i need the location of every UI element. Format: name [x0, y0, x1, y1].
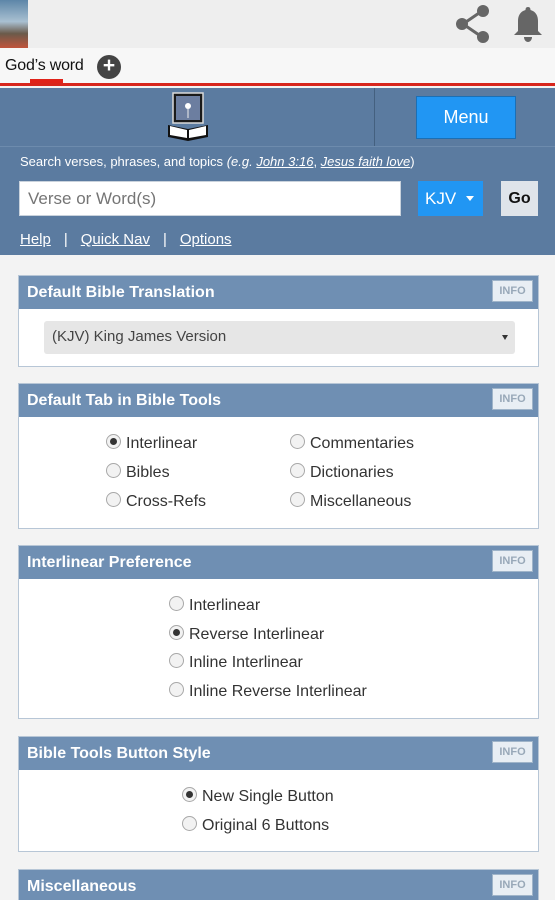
panel-default-translation: Default Bible Translation INFO (KJV) Kin… [18, 275, 539, 367]
caret-down-icon [502, 335, 508, 340]
radio-option[interactable]: Miscellaneous [290, 491, 411, 513]
help-link[interactable]: Help [20, 231, 51, 248]
panel-default-tab: Default Tab in Bible Tools INFO Interlin… [18, 383, 539, 529]
tab-gods-word[interactable]: God’s word [5, 57, 84, 75]
radio-button[interactable] [169, 653, 184, 669]
info-button[interactable]: INFO [492, 874, 533, 896]
info-button[interactable]: INFO [492, 741, 533, 763]
radio-label: New Single Button [202, 788, 334, 805]
plus-circle-icon[interactable]: + [97, 55, 121, 79]
radio-button[interactable] [169, 682, 184, 698]
radio-label: Inline Reverse Interlinear [189, 683, 367, 700]
go-button[interactable]: Go [501, 181, 538, 216]
radio-option[interactable]: Bibles [106, 462, 170, 484]
radio-button[interactable] [169, 625, 184, 641]
radio-button[interactable] [106, 434, 121, 450]
bible-logo-icon[interactable] [164, 92, 212, 142]
radio-option[interactable]: Inline Reverse Interlinear [169, 681, 367, 703]
radio-label: Inline Interlinear [189, 654, 303, 671]
radio-option[interactable]: Cross-Refs [106, 491, 206, 513]
radio-label: Dictionaries [310, 464, 394, 481]
link-separator: | [63, 231, 68, 248]
active-tab-indicator [30, 79, 63, 83]
radio-option[interactable]: New Single Button [182, 786, 334, 808]
link-separator: | [162, 231, 167, 248]
radio-button[interactable] [290, 463, 305, 479]
quick-nav-link[interactable]: Quick Nav [81, 231, 150, 248]
radio-option[interactable]: Interlinear [106, 433, 197, 455]
radio-button[interactable] [290, 492, 305, 508]
panel-title: Bible Tools Button Style [27, 745, 211, 762]
bell-icon[interactable] [511, 4, 545, 44]
tab-thumbnail[interactable] [0, 0, 28, 48]
radio-label: Cross-Refs [126, 493, 207, 510]
header-divider [374, 88, 375, 146]
panel-header: Default Tab in Bible Tools INFO [19, 384, 538, 417]
example-link-john[interactable]: John 3:16 [256, 154, 313, 169]
radio-label: Reverse Interlinear [189, 626, 325, 643]
panel-miscellaneous: Miscellaneous INFO [18, 869, 539, 900]
search-hint-text: Search verses, phrases, and topics [20, 154, 224, 169]
header-separator [0, 146, 555, 147]
radio-button[interactable] [182, 787, 197, 803]
info-button[interactable]: INFO [492, 280, 533, 302]
radio-label: Interlinear [126, 435, 198, 452]
radio-label: Miscellaneous [310, 493, 412, 510]
radio-option[interactable]: Reverse Interlinear [169, 624, 324, 646]
radio-option[interactable]: Dictionaries [290, 462, 394, 484]
radio-label: Interlinear [189, 597, 261, 614]
radio-option[interactable]: Inline Interlinear [169, 652, 303, 674]
options-link[interactable]: Options [180, 231, 232, 248]
example-link-jesus[interactable]: Jesus faith love [321, 154, 411, 169]
radio-option[interactable]: Original 6 Buttons [182, 815, 329, 837]
translation-select[interactable]: (KJV) King James Version [44, 321, 515, 354]
search-hint: Search verses, phrases, and topics (e.g.… [20, 154, 415, 169]
version-dropdown[interactable]: KJV [418, 181, 483, 216]
panel-header: Interlinear Preference INFO [19, 546, 538, 579]
radio-label: Original 6 Buttons [202, 817, 330, 834]
share-icon[interactable] [452, 3, 494, 45]
panel-title: Interlinear Preference [27, 554, 192, 571]
info-button[interactable]: INFO [492, 550, 533, 572]
search-input[interactable] [19, 181, 401, 216]
panel-title: Default Bible Translation [27, 284, 215, 301]
radio-button[interactable] [290, 434, 305, 450]
search-hint-eg: (e.g. [226, 154, 253, 169]
radio-button[interactable] [169, 596, 184, 612]
radio-button[interactable] [106, 463, 121, 479]
panel-title: Miscellaneous [27, 878, 137, 895]
header-links: Help | Quick Nav | Options [20, 231, 232, 248]
menu-button[interactable]: Menu [416, 96, 516, 139]
site-header: Menu Search verses, phrases, and topics … [0, 88, 555, 255]
version-label: KJV [425, 189, 457, 208]
radio-option[interactable]: Interlinear [169, 595, 260, 617]
radio-label: Commentaries [310, 435, 415, 452]
radio-label: Bibles [126, 464, 170, 481]
info-button[interactable]: INFO [492, 388, 533, 410]
panel-header: Default Bible Translation INFO [19, 276, 538, 309]
app-bar [0, 0, 555, 48]
radio-button[interactable] [182, 816, 197, 832]
panel-interlinear-preference: Interlinear Preference INFO Interlinear … [18, 545, 539, 719]
tab-strip: God’s word [0, 48, 555, 86]
panel-button-style: Bible Tools Button Style INFO New Single… [18, 736, 539, 852]
radio-button[interactable] [106, 492, 121, 508]
panel-header: Bible Tools Button Style INFO [19, 737, 538, 770]
translation-select-value: (KJV) King James Version [52, 328, 227, 345]
panel-title: Default Tab in Bible Tools [27, 392, 222, 409]
radio-option[interactable]: Commentaries [290, 433, 414, 455]
caret-down-icon [466, 196, 474, 201]
search-hint-close: ) [410, 154, 415, 169]
panel-header: Miscellaneous INFO [19, 870, 538, 900]
